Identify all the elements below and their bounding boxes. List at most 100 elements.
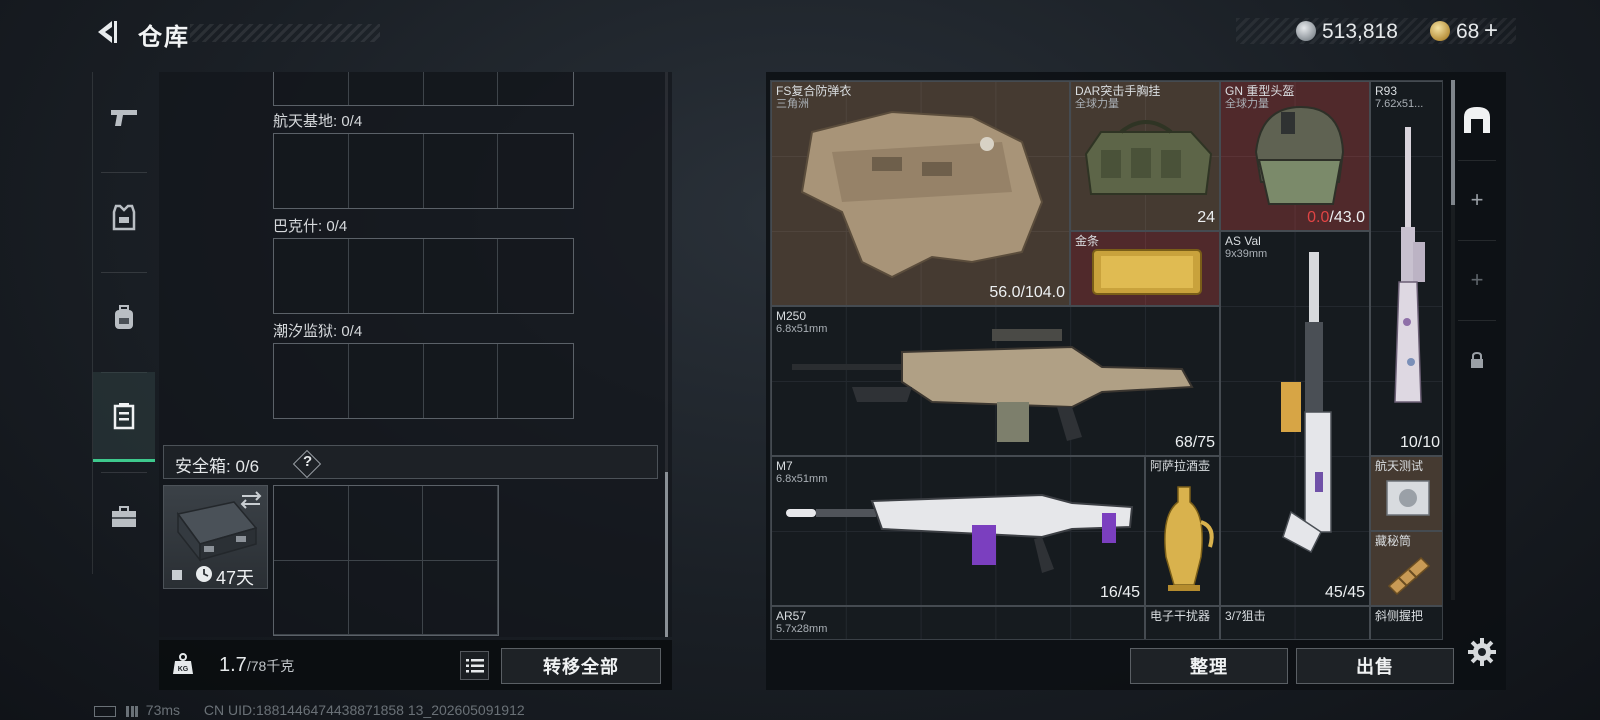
item-ar57[interactable]: AR57 5.7x28mm: [771, 606, 1145, 639]
item-name: 金条: [1075, 234, 1100, 248]
weight-value: 1.7: [219, 654, 247, 676]
item-scope[interactable]: 3/7狙击: [1220, 606, 1370, 639]
item-sub: 6.8x51mm: [776, 323, 828, 335]
item-dar-chest-rig[interactable]: DAR突击手胸挂 全球力量 24: [1070, 81, 1220, 231]
weight-icon: KG: [173, 653, 193, 674]
item-gold-bar[interactable]: 金条: [1070, 231, 1220, 306]
item-sub: 6.8x51mm: [776, 473, 828, 485]
container-icon: [113, 402, 135, 429]
transfer-all-button[interactable]: 转移全部: [501, 648, 661, 684]
zone-label-aerospace: 航天基地: 0/4: [273, 113, 363, 130]
item-r93[interactable]: R93 7.62x51... 10/10: [1370, 81, 1442, 456]
zone-grid-top[interactable]: [273, 72, 574, 106]
list-view-button[interactable]: [460, 651, 489, 680]
safe-box-title: 安全箱: 0/6: [175, 457, 260, 476]
sort-button[interactable]: 整理: [1130, 648, 1288, 684]
add-warehouse-button-2[interactable]: +: [1448, 240, 1506, 320]
left-bottom-bar: KG 1.7/78千克 转移全部: [159, 640, 672, 690]
add-warehouse-button[interactable]: +: [1448, 160, 1506, 240]
zone-grid-aerospace[interactable]: [273, 133, 574, 209]
help-icon[interactable]: ?: [303, 453, 312, 470]
zone-label-tide-prison: 潮汐监狱: 0/4: [273, 323, 363, 340]
nav-storage[interactable]: [93, 372, 155, 462]
gear-icon[interactable]: [1466, 636, 1498, 668]
safe-box-header: 安全箱: 0/6 ?: [163, 445, 658, 479]
machine-gun-icon: [792, 329, 1194, 442]
silver-currency: 513,818: [1322, 20, 1398, 43]
safe-box-grid[interactable]: [273, 485, 499, 636]
item-name: FS复合防弹衣: [776, 84, 852, 98]
nav-armor[interactable]: [93, 172, 155, 262]
item-durability: 0.0/43.0: [1307, 209, 1365, 227]
nav-toolbox[interactable]: [93, 472, 155, 562]
add-gold-button[interactable]: +: [1484, 17, 1498, 45]
weight-max: /78千克: [246, 658, 295, 674]
sell-button[interactable]: 出售: [1296, 648, 1454, 684]
battery-icon: [94, 705, 116, 717]
plus-icon: +: [1470, 187, 1484, 212]
item-durability: 45/45: [1324, 584, 1365, 601]
item-durability: 10/10: [1399, 434, 1440, 451]
item-aerospace-test[interactable]: 航天测试: [1370, 456, 1442, 531]
item-asala-flask[interactable]: 阿萨拉酒壶: [1145, 456, 1220, 606]
lock-icon: [1471, 352, 1483, 368]
status-line: 73ms CN UID:1881446474438871858 13_20260…: [94, 702, 545, 718]
warehouse-grid[interactable]: FS复合防弹衣 三角洲 56.0/104.0 DAR突击手胸挂 全球力量 24 …: [770, 80, 1443, 640]
item-name: M250: [776, 309, 807, 323]
page-title: 仓库: [138, 24, 190, 51]
nav-backpack[interactable]: [93, 272, 155, 362]
item-fs-armor[interactable]: FS复合防弹衣 三角洲 56.0/104.0: [771, 81, 1070, 306]
list-icon: [465, 658, 484, 672]
item-sub: 7.62x51...: [1375, 98, 1424, 110]
item-sub: 全球力量: [1225, 98, 1269, 110]
category-sidebar: [92, 72, 155, 574]
uid-text: CN UID:1881446474438871858 13_2026050919…: [203, 702, 525, 718]
safe-box-card[interactable]: 47天: [163, 485, 268, 589]
item-name: M7: [776, 459, 793, 473]
item-angled-grip[interactable]: 斜侧握把: [1370, 606, 1442, 639]
item-durability: 56.0/104.0: [989, 284, 1065, 301]
nav-weapons[interactable]: [93, 72, 155, 162]
item-name: 阿萨拉酒壶: [1150, 459, 1211, 473]
item-name: DAR突击手胸挂: [1075, 84, 1161, 98]
assault-rifle-icon: [786, 493, 1134, 573]
item-name: AS Val: [1225, 234, 1261, 248]
sniper-rifle-icon: [1394, 127, 1425, 403]
item-m7[interactable]: M7 6.8x51mm 16/45: [771, 456, 1145, 606]
rifle-icon: [1281, 252, 1332, 554]
gold-currency: 68: [1456, 20, 1480, 43]
item-sub: 三角洲: [776, 98, 809, 110]
durability-max: /43.0: [1329, 209, 1365, 226]
left-scroll-thumb[interactable]: [665, 472, 668, 637]
warehouse-tab-main[interactable]: [1448, 80, 1506, 160]
warehouse-icon: [1464, 107, 1490, 133]
ping-text: 73ms: [145, 702, 181, 718]
item-gn-helmet[interactable]: GN 重型头盔 全球力量 0.0/43.0: [1220, 81, 1370, 231]
item-jammer[interactable]: 电子干扰器: [1145, 606, 1220, 639]
item-name: GN 重型头盔: [1225, 84, 1295, 98]
locked-warehouse[interactable]: [1448, 320, 1506, 400]
zone-label-bakshi: 巴克什: 0/4: [273, 218, 348, 235]
title-decoration: [190, 24, 380, 42]
zone-grid-bakshi[interactable]: [273, 238, 574, 314]
item-as-val[interactable]: AS Val 9x39mm 45/45: [1220, 231, 1370, 606]
signal-icon: [125, 705, 138, 717]
back-arrow-icon[interactable]: [92, 18, 120, 46]
warehouse-tabs: + +: [1448, 80, 1506, 410]
zone-grid-tide-prison[interactable]: [273, 343, 574, 419]
item-durability: 68/75: [1174, 434, 1215, 451]
item-sub: 9x39mm: [1225, 248, 1268, 260]
gold-coin-icon: [1430, 21, 1450, 41]
item-name: 电子干扰器: [1150, 609, 1211, 623]
silver-coin-icon: [1296, 21, 1316, 41]
durability-current: 0.0: [1307, 209, 1330, 226]
gun-icon: [111, 110, 137, 126]
item-durability: 16/45: [1099, 584, 1140, 601]
item-name: 藏秘筒: [1375, 534, 1412, 548]
item-name: 3/7狙击: [1225, 609, 1266, 623]
item-m250[interactable]: M250 6.8x51mm 68/75: [771, 306, 1220, 456]
item-name: AR57: [776, 609, 807, 623]
weight-display: 1.7/78千克: [219, 654, 294, 677]
item-cryptex[interactable]: 藏秘筒: [1370, 531, 1442, 606]
currency-bar: 513,818 68 +: [1236, 17, 1516, 45]
